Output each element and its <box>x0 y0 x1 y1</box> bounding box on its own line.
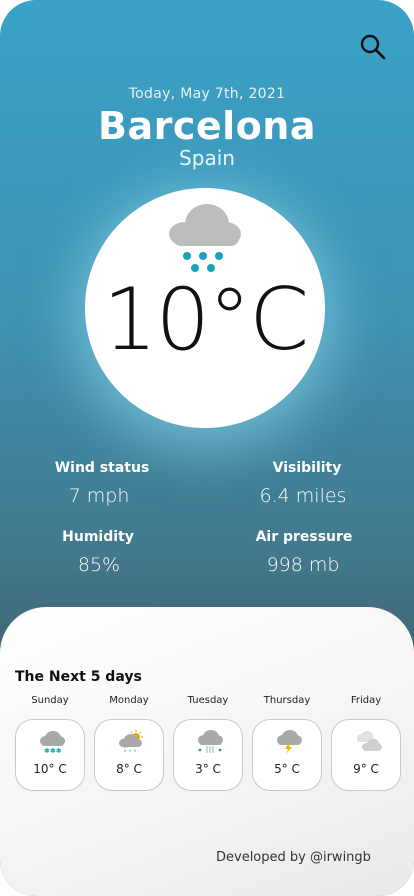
forecast-day-card[interactable]: 8° C <box>94 719 164 791</box>
svg-text:✱✱✱: ✱✱✱ <box>44 747 62 754</box>
forecast-day-card[interactable]: ✱✱✱ 10° C <box>15 719 85 791</box>
sun-cloud-rain-icon <box>119 730 143 752</box>
forecast-day: Friday 9° C <box>329 693 403 791</box>
cloud-snow-icon: ✱✱✱ <box>40 731 65 754</box>
forecast-day-temp: 8° C <box>116 762 142 776</box>
cloud-lightning-icon <box>277 730 302 754</box>
weather-app-screen: Today, May 7th, 2021 Barcelona Spain 10°… <box>0 0 414 896</box>
humidity-label: Humidity <box>62 529 134 545</box>
visibility-value: 6.4 miles <box>259 485 347 507</box>
forecast-day-name: Monday <box>109 695 149 706</box>
forecast-title: The Next 5 days <box>15 669 142 685</box>
forecast-day-name: Sunday <box>31 695 69 706</box>
forecast-day: Sunday ✱✱✱ 10° C <box>13 693 87 791</box>
current-weather-circle: 10°C <box>85 188 325 428</box>
forecast-day-name: Friday <box>350 695 382 706</box>
country-name: Spain <box>179 146 235 170</box>
current-temperature: 10°C <box>102 270 309 370</box>
humidity-value: 85% <box>77 554 121 576</box>
wind-status-label: Wind status <box>54 460 150 476</box>
wind-status-value: 7 mph <box>68 485 130 507</box>
developer-credit: Developed by @irwingb <box>216 850 371 865</box>
forecast-day-card[interactable]: 3° C <box>173 719 243 791</box>
forecast-day-card[interactable]: 9° C <box>331 719 401 791</box>
forecast-day-name: Thursday <box>263 695 311 706</box>
forecast-day-temp: 10° C <box>33 762 67 776</box>
forecast-day-name: Tuesday <box>187 695 229 706</box>
search-icon <box>360 34 386 60</box>
forecast-day-temp: 9° C <box>353 762 379 776</box>
forecast-panel: The Next 5 days Sunday ✱✱✱ 10° C Monday <box>0 607 414 896</box>
air-pressure-value: 998 mb <box>266 554 340 576</box>
visibility-label: Visibility <box>272 460 342 476</box>
search-button[interactable] <box>358 32 388 62</box>
current-date: Today, May 7th, 2021 <box>128 86 286 102</box>
forecast-day: Tuesday 3° C <box>171 693 245 791</box>
forecast-day-temp: 3° C <box>195 762 221 776</box>
forecast-day-card[interactable]: 5° C <box>252 719 322 791</box>
forecast-day: Thursday 5° C <box>250 693 324 791</box>
forecast-day-temp: 5° C <box>274 762 300 776</box>
city-name: Barcelona <box>98 104 316 148</box>
clouds-icon <box>357 731 382 751</box>
air-pressure-label: Air pressure <box>255 529 353 545</box>
cloud-sleet-icon <box>198 730 223 753</box>
forecast-day: Monday 8° C <box>92 693 166 791</box>
cloud-snow-icon <box>169 204 241 272</box>
